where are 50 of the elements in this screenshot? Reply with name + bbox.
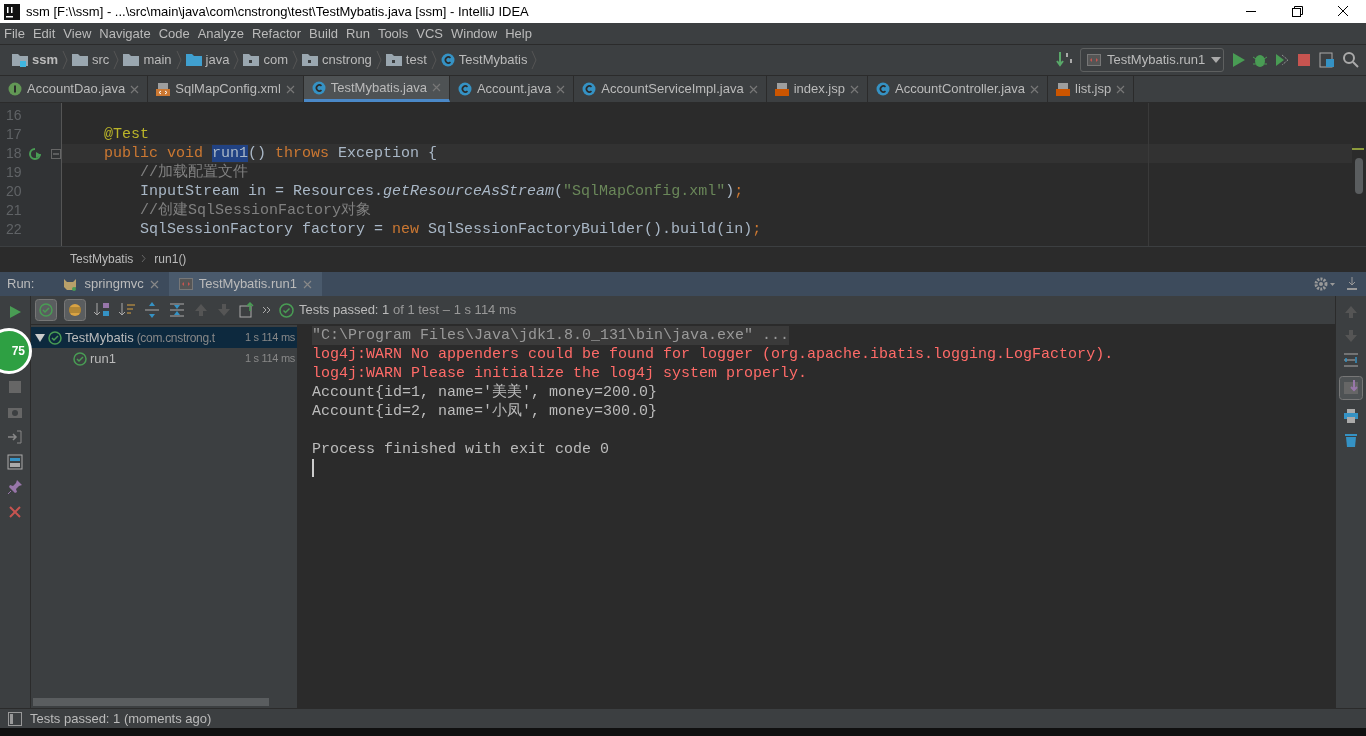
breadcrumb-item[interactable]: src xyxy=(68,45,114,75)
code-line: //创建SqlSessionFactory对象 xyxy=(139,201,373,220)
breadcrumb-item[interactable]: run1() xyxy=(154,249,187,268)
menu-item[interactable]: File xyxy=(0,23,29,44)
menu-item[interactable]: Help xyxy=(501,23,536,44)
breadcrumb-item[interactable]: java xyxy=(181,45,234,75)
editor-tab[interactable]: list.jsp xyxy=(1048,76,1135,102)
editor-tab[interactable]: Account.java xyxy=(449,76,575,102)
run-tab[interactable]: springmvc xyxy=(52,272,169,296)
code-line: SqlSessionFactory factory = new SqlSessionFactoryBuilder().build(in); xyxy=(139,220,763,239)
breadcrumb-item[interactable]: ssm xyxy=(8,45,63,75)
breadcrumb-item[interactable]: cnstrong xyxy=(298,45,376,75)
editor-tab[interactable]: index.jsp xyxy=(766,76,868,102)
menu-item[interactable]: Edit xyxy=(28,23,60,44)
menu-item[interactable]: VCS xyxy=(412,23,447,44)
menu-item[interactable]: View xyxy=(59,23,96,44)
menu-item[interactable]: Run xyxy=(342,23,374,44)
console-line: Account{id=2, name='小凤', money=300.0} xyxy=(312,402,659,421)
window-title: ssm [F:\\ssm] - ...\src\main\java\com\cnstrong\test\TestMybatis.java [ssm] - IntelliJ IDEA xyxy=(26,2,529,21)
menu-item[interactable]: Window xyxy=(446,23,502,44)
console-line: log4j:WARN No appenders could be found for logger (org.apache.ibatis.logging.LogFactory). xyxy=(312,345,1115,364)
menu-item[interactable]: Build xyxy=(305,23,342,44)
code-line: InputStream in = Resources.getResourceAsStream("SqlMapConfig.xml"); xyxy=(139,182,745,201)
console-line: Account{id=1, name='美美', money=200.0} xyxy=(312,383,659,402)
status-message: Tests passed: 1 (moments ago) xyxy=(30,709,212,728)
test-tree-row[interactable]: run1 1 s 114 ms xyxy=(31,348,297,369)
run-tab[interactable]: TestMybatis.run1 xyxy=(168,272,322,296)
code-line: //加载配置文件 xyxy=(139,163,249,182)
test-status-text: Tests passed: 1 of 1 test – 1 s 114 ms xyxy=(299,301,517,320)
run-panel-label: Run: xyxy=(6,275,36,294)
run-configuration-dropdown[interactable]: TestMybatis.run1 xyxy=(1080,48,1224,72)
editor-tab[interactable]: AccountDao.java xyxy=(0,76,149,102)
code-line: @Test xyxy=(103,125,150,144)
menu-item[interactable]: Tools xyxy=(373,23,413,44)
menu-item[interactable]: Refactor xyxy=(247,23,306,44)
editor-tab[interactable]: AccountServiceImpl.java xyxy=(574,76,767,102)
menu-item[interactable]: Code xyxy=(154,23,194,44)
breadcrumb-item[interactable]: test xyxy=(381,45,431,75)
breadcrumb-item[interactable]: com xyxy=(239,45,292,75)
menu-item[interactable]: Analyze xyxy=(193,23,248,44)
breadcrumb-item[interactable]: TestMybatis xyxy=(70,249,134,268)
test-tree-row[interactable]: TestMybatis (com.cnstrong.t 1 s 114 ms xyxy=(31,327,297,348)
editor-tab[interactable]: AccountController.java xyxy=(867,76,1049,102)
breadcrumb-item[interactable]: main xyxy=(119,45,176,75)
console-line: Process finished with exit code 0 xyxy=(312,440,611,459)
console-line: log4j:WARN Please initialize the log4j system properly. xyxy=(312,364,809,383)
breadcrumb-item[interactable]: TestMybatis xyxy=(436,45,532,75)
menu-item[interactable]: Navigate xyxy=(95,23,155,44)
editor-tab[interactable]: SqlMapConfig.xml xyxy=(148,76,304,102)
editor-tab[interactable]: TestMybatis.java xyxy=(303,76,450,102)
